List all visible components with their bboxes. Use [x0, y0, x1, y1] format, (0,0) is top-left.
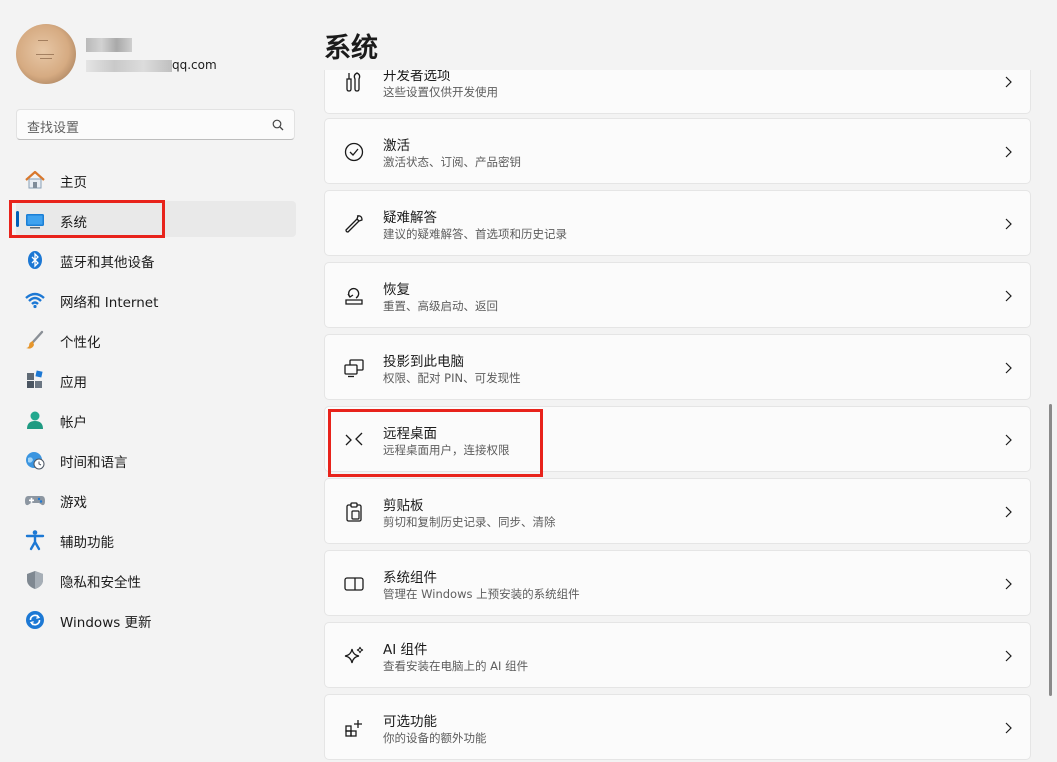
recovery-icon: [345, 288, 363, 305]
page-title: 系统: [324, 33, 378, 64]
chevron-right-icon: [1005, 362, 1012, 374]
setting-title: 投影到此电脑: [383, 354, 464, 370]
chevron-right-icon: [1005, 146, 1012, 158]
chevron-right-icon: [1005, 434, 1012, 446]
setting-title: 远程桌面: [383, 426, 437, 442]
setting-title: 疑难解答: [383, 210, 437, 226]
optional-features-icon: [345, 720, 362, 737]
setting-clipboard[interactable]: 剪贴板 剪切和复制历史记录、同步、清除: [324, 478, 1031, 544]
components-icon: [344, 577, 364, 591]
clipboard-icon: [346, 502, 362, 522]
setting-title: AI 组件: [383, 642, 428, 658]
setting-activation[interactable]: 激活 激活状态、订阅、产品密钥: [324, 118, 1031, 184]
setting-remote-desktop[interactable]: 远程桌面 远程桌面用户，连接权限: [324, 406, 1031, 472]
scrollbar-thumb[interactable]: [1049, 404, 1052, 696]
setting-title: 系统组件: [383, 570, 437, 586]
sparkle-icon: [344, 646, 364, 664]
remote-desktop-icon: [345, 432, 363, 446]
setting-subtitle: 剪切和复制历史记录、同步、清除: [383, 515, 556, 529]
settings-list: 开发者选项 这些设置仅供开发使用 激活 激活状态、订阅、产品密钥 疑难解答 建议…: [0, 70, 1057, 762]
check-circle-icon: [344, 142, 364, 162]
setting-ai-components[interactable]: AI 组件 查看安装在电脑上的 AI 组件: [324, 622, 1031, 688]
chevron-right-icon: [1005, 578, 1012, 590]
setting-subtitle: 激活状态、订阅、产品密钥: [383, 155, 521, 169]
chevron-right-icon: [1005, 290, 1012, 302]
setting-title: 可选功能: [383, 714, 437, 730]
chevron-right-icon: [1005, 506, 1012, 518]
setting-subtitle: 你的设备的额外功能: [383, 731, 487, 745]
profile-name-redacted: [86, 38, 132, 52]
setting-title: 激活: [383, 138, 410, 154]
project-icon: [344, 359, 364, 378]
setting-subtitle: 建议的疑难解答、首选项和历史记录: [383, 227, 567, 241]
chevron-right-icon: [1005, 76, 1012, 88]
setting-recovery[interactable]: 恢复 重置、高级启动、返回: [324, 262, 1031, 328]
setting-subtitle: 重置、高级启动、返回: [383, 299, 498, 313]
wrench-icon: [345, 215, 363, 233]
setting-project-to-pc[interactable]: 投影到此电脑 权限、配对 PIN、可发现性: [324, 334, 1031, 400]
setting-title: 剪贴板: [383, 498, 424, 514]
setting-optional-features[interactable]: 可选功能 你的设备的额外功能: [324, 694, 1031, 760]
setting-subtitle: 管理在 Windows 上预安装的系统组件: [383, 587, 580, 601]
setting-subtitle: 远程桌面用户，连接权限: [383, 443, 510, 457]
setting-troubleshoot[interactable]: 疑难解答 建议的疑难解答、首选项和历史记录: [324, 190, 1031, 256]
setting-title: 开发者选项: [383, 70, 451, 84]
chevron-right-icon: [1005, 722, 1012, 734]
setting-developer-options[interactable]: 开发者选项 这些设置仅供开发使用: [324, 70, 1031, 114]
setting-subtitle: 查看安装在电脑上的 AI 组件: [383, 659, 529, 673]
setting-title: 恢复: [383, 282, 410, 298]
setting-subtitle: 这些设置仅供开发使用: [383, 85, 498, 99]
developer-icon: [346, 72, 361, 92]
setting-subtitle: 权限、配对 PIN、可发现性: [383, 371, 521, 385]
chevron-right-icon: [1005, 218, 1012, 230]
setting-system-components[interactable]: 系统组件 管理在 Windows 上预安装的系统组件: [324, 550, 1031, 616]
chevron-right-icon: [1005, 650, 1012, 662]
